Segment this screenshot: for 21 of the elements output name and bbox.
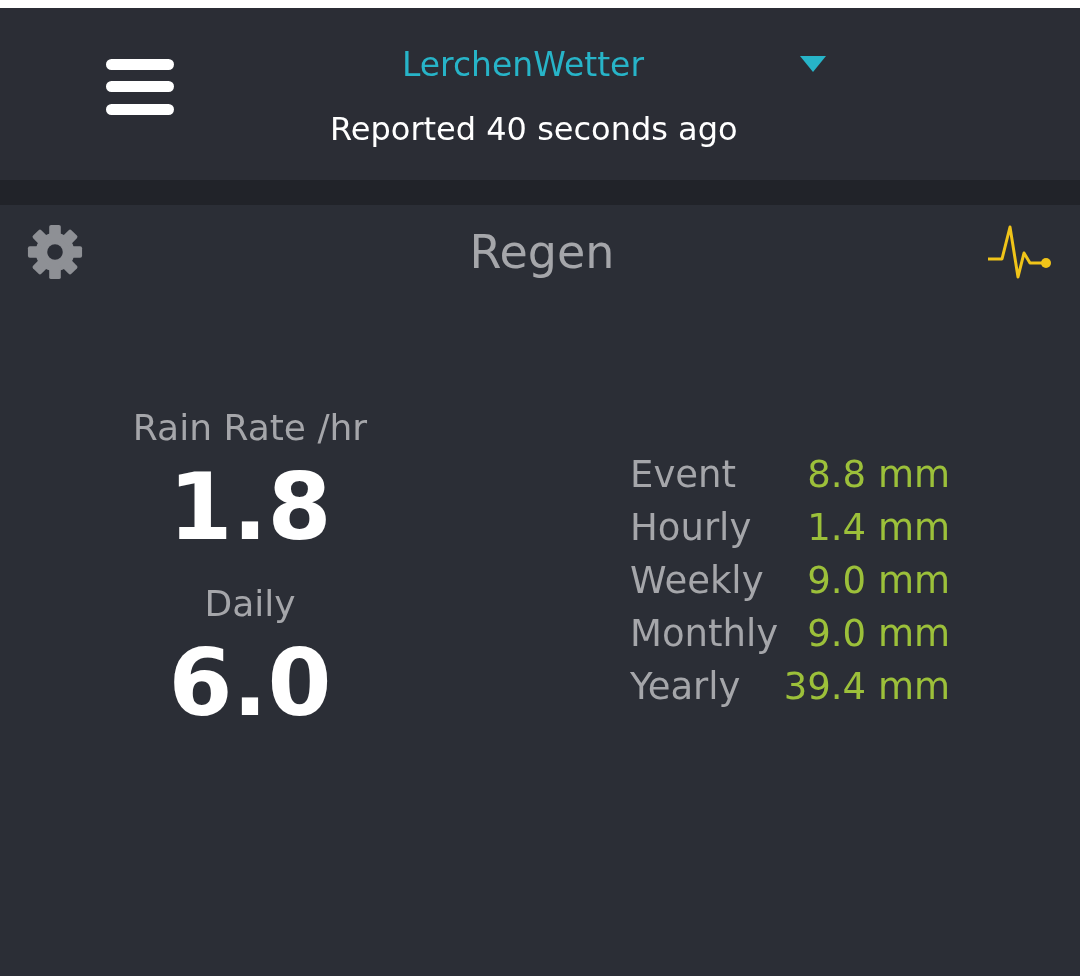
metric-label: Daily: [204, 583, 296, 624]
total-label: Hourly: [630, 506, 752, 549]
dropdown-caret-icon[interactable]: [800, 56, 826, 72]
station-name[interactable]: LerchenWetter: [402, 44, 644, 84]
panel-title: Regen: [469, 225, 615, 279]
report-status: Reported 40 seconds ago: [330, 109, 739, 148]
total-value: 9.0 mm: [807, 559, 950, 602]
total-value: 39.4 mm: [783, 665, 950, 708]
total-value: 1.4 mm: [807, 506, 950, 549]
total-value: 9.0 mm: [807, 612, 950, 655]
total-label: Yearly: [630, 665, 741, 708]
metric-value: 1.8: [168, 454, 332, 561]
menu-icon[interactable]: [106, 59, 174, 115]
total-label: Event: [630, 453, 736, 496]
total-value: 8.8 mm: [807, 453, 950, 496]
pulse-chart-icon[interactable]: [986, 223, 1052, 281]
metric-value: 6.0: [168, 630, 332, 737]
settings-icon[interactable]: [26, 223, 84, 281]
metric-label: Rain Rate /hr: [132, 407, 368, 448]
total-label: Weekly: [630, 559, 764, 602]
total-label: Monthly: [630, 612, 779, 655]
